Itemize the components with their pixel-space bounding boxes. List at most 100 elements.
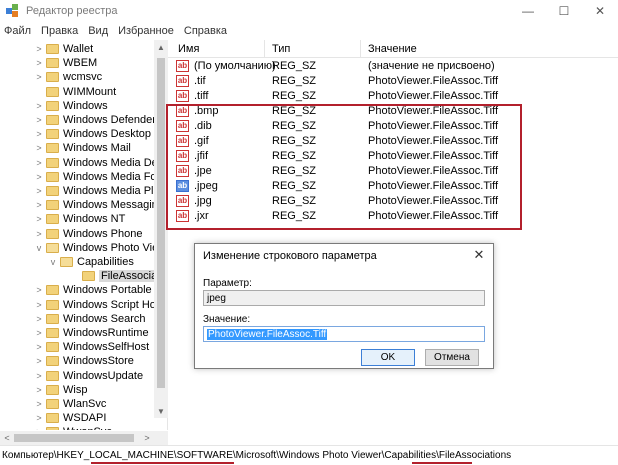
close-icon: ✕ bbox=[473, 247, 485, 262]
folder-icon bbox=[46, 100, 59, 111]
tree-item[interactable]: > WindowsUpdate bbox=[34, 369, 143, 383]
expand-right-icon[interactable]: > bbox=[34, 300, 44, 310]
dialog-close-button[interactable]: ✕ bbox=[471, 247, 487, 263]
tree-item-label: Windows Media Play bbox=[63, 185, 166, 197]
tree-item[interactable]: > WBEM bbox=[34, 56, 97, 70]
maximize-button[interactable]: ☐ bbox=[546, 0, 582, 22]
expand-right-icon[interactable]: > bbox=[34, 158, 44, 168]
tree-item[interactable]: > Wisp bbox=[34, 383, 87, 397]
expand-right-icon[interactable]: > bbox=[34, 101, 44, 111]
expand-right-icon[interactable]: > bbox=[34, 229, 44, 239]
regedit-icon bbox=[6, 4, 20, 18]
expand-right-icon[interactable]: > bbox=[34, 356, 44, 366]
expand-right-icon[interactable]: > bbox=[34, 314, 44, 324]
tree-item[interactable]: > Windows bbox=[34, 99, 107, 113]
folder-icon bbox=[46, 370, 59, 381]
expand-right-icon[interactable]: > bbox=[34, 143, 44, 153]
tree-item-label: WlanSvc bbox=[63, 398, 107, 410]
tree-item[interactable]: > WindowsStore bbox=[34, 354, 134, 368]
close-window-button[interactable]: ✕ bbox=[582, 0, 618, 22]
tree-item[interactable]: > Windows Messaging bbox=[34, 198, 164, 212]
value-row[interactable]: ab .tif REG_SZ PhotoViewer.FileAssoc.Tiff bbox=[168, 74, 618, 89]
menu-favorites[interactable]: Избранное bbox=[113, 25, 179, 37]
expand-right-icon[interactable]: > bbox=[34, 328, 44, 338]
value-row[interactable]: ab .tiff REG_SZ PhotoViewer.FileAssoc.Tiff bbox=[168, 89, 618, 104]
tree-item[interactable]: > wcmsvc bbox=[34, 70, 102, 84]
tree-item[interactable]: > Windows Search bbox=[34, 312, 145, 326]
tree-item-label: Windows Desktop Se bbox=[63, 128, 168, 141]
tree-item[interactable]: v Capabilities bbox=[48, 255, 134, 269]
scroll-down-icon[interactable]: ▼ bbox=[154, 404, 168, 418]
tree-item[interactable]: WIMMount bbox=[34, 85, 116, 99]
expand-right-icon[interactable]: > bbox=[34, 58, 44, 68]
tree-horizontal-scrollbar[interactable]: < > bbox=[0, 431, 168, 445]
tree-item[interactable]: > WindowsSelfHost bbox=[34, 340, 149, 354]
minimize-button[interactable]: — bbox=[510, 0, 546, 22]
tree-item[interactable]: > WwanSvc bbox=[34, 425, 112, 430]
scroll-thumb[interactable] bbox=[157, 58, 165, 388]
folder-icon bbox=[46, 299, 59, 310]
expand-right-icon[interactable]: > bbox=[34, 342, 44, 352]
value-row[interactable]: ab (По умолчанию) REG_SZ (значение не присв… bbox=[168, 59, 618, 74]
expand-right-icon[interactable]: > bbox=[34, 371, 44, 381]
window-title: Редактор реестра bbox=[26, 5, 118, 17]
tree-item[interactable]: > WlanSvc bbox=[34, 397, 106, 411]
column-name[interactable]: Имя bbox=[178, 43, 199, 55]
highlight-annotation bbox=[166, 104, 522, 230]
value-value-cell: (значение не присвоено) bbox=[368, 60, 495, 72]
expand-right-icon[interactable]: > bbox=[34, 72, 44, 82]
tree-item-label: WindowsRuntime bbox=[63, 327, 149, 339]
tree-item[interactable]: > Windows Defender bbox=[34, 113, 156, 127]
registry-tree[interactable]: > Wallet > WBEM > wcmsvc WIMMount > Windows > Wind… bbox=[0, 40, 168, 430]
value-data-input[interactable]: PhotoViewer.FileAssoc.Tiff bbox=[203, 326, 485, 342]
expand-down-icon[interactable]: v bbox=[34, 243, 44, 253]
column-value[interactable]: Значение bbox=[368, 43, 417, 55]
scroll-right-icon[interactable]: > bbox=[140, 431, 154, 445]
menu-help[interactable]: Справка bbox=[179, 25, 232, 37]
tree-item[interactable]: > Windows Media Four bbox=[34, 170, 166, 184]
scroll-left-icon[interactable]: < bbox=[0, 431, 14, 445]
menu-edit[interactable]: Правка bbox=[36, 25, 83, 37]
menu-file[interactable]: Файл bbox=[0, 25, 36, 37]
tree-item[interactable]: v Windows Photo View bbox=[34, 241, 166, 255]
tree-item[interactable]: > Wallet bbox=[34, 42, 93, 56]
ok-button[interactable]: OK bbox=[361, 349, 415, 366]
tree-item[interactable]: > Windows Media Play bbox=[34, 184, 165, 198]
expand-right-icon[interactable]: > bbox=[34, 427, 44, 430]
tree-item[interactable]: > Windows Portable De bbox=[34, 283, 167, 297]
scroll-up-icon[interactable]: ▲ bbox=[154, 40, 168, 54]
tree-item-label: Windows Media Four bbox=[63, 170, 167, 183]
expand-right-icon[interactable]: > bbox=[34, 214, 44, 224]
tree-item[interactable]: > WSDAPI bbox=[34, 411, 106, 425]
expand-right-icon[interactable]: > bbox=[34, 186, 44, 196]
expand-right-icon[interactable]: > bbox=[34, 200, 44, 210]
expand-right-icon[interactable]: > bbox=[34, 115, 44, 125]
tree-item[interactable]: > Windows Mail bbox=[34, 141, 131, 155]
expand-down-icon[interactable]: v bbox=[48, 257, 58, 267]
tree-item[interactable]: > Windows NT bbox=[34, 212, 125, 226]
expand-right-icon[interactable]: > bbox=[34, 172, 44, 182]
expand-right-icon[interactable]: > bbox=[34, 413, 44, 423]
menu-view[interactable]: Вид bbox=[83, 25, 113, 37]
folder-icon bbox=[46, 214, 59, 225]
tree-item[interactable]: > Windows Script Host bbox=[34, 298, 164, 312]
tree-item[interactable]: > Windows Desktop Se bbox=[34, 127, 168, 141]
title-bar: Редактор реестра — ☐ ✕ bbox=[0, 0, 618, 22]
highlight-underline bbox=[412, 462, 472, 464]
expand-right-icon[interactable]: > bbox=[34, 399, 44, 409]
tree-item[interactable]: > Windows Phone bbox=[34, 227, 142, 241]
hscroll-thumb[interactable] bbox=[14, 434, 134, 442]
column-type[interactable]: Тип bbox=[272, 43, 290, 55]
folder-icon bbox=[46, 129, 59, 140]
expand-right-icon[interactable]: > bbox=[34, 285, 44, 295]
expand-right-icon[interactable]: > bbox=[34, 129, 44, 139]
folder-icon bbox=[46, 342, 59, 353]
tree-item[interactable]: > Windows Media Devi bbox=[34, 156, 165, 170]
folder-icon bbox=[46, 44, 59, 54]
expand-right-icon[interactable]: > bbox=[34, 44, 44, 54]
tree-item[interactable]: > WindowsRuntime bbox=[34, 326, 149, 340]
expand-right-icon[interactable]: > bbox=[34, 385, 44, 395]
folder-icon bbox=[46, 200, 59, 211]
cancel-button[interactable]: Отмена bbox=[425, 349, 479, 366]
dialog-title: Изменение строкового параметра bbox=[203, 250, 377, 262]
